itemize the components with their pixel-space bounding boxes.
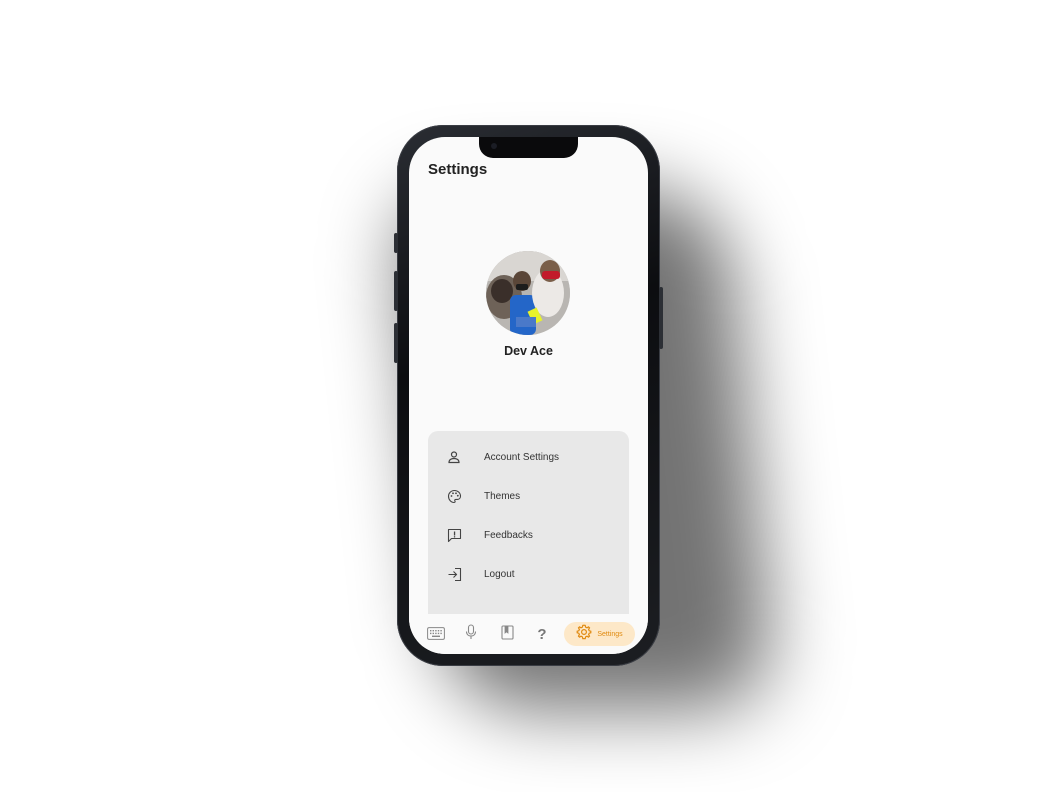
menu-item-feedbacks[interactable]: Feedbacks	[428, 520, 629, 550]
help-icon: ?	[537, 625, 547, 643]
nav-book-button[interactable]	[498, 622, 516, 646]
profile-name: Dev Ace	[504, 344, 553, 358]
menu-item-label: Feedbacks	[484, 529, 533, 541]
feedback-icon	[446, 527, 462, 543]
microphone-icon	[465, 624, 477, 644]
notch	[479, 137, 578, 158]
avatar[interactable]	[486, 251, 570, 335]
menu-item-label: Account Settings	[484, 451, 560, 463]
power-button	[659, 287, 663, 349]
bottom-nav: ? Settings	[409, 614, 648, 654]
book-icon	[500, 624, 514, 644]
gear-icon	[576, 624, 592, 644]
volume-up-button	[394, 271, 398, 311]
settings-menu: Account Settings Themes Feedbacks Logout	[428, 431, 629, 631]
keyboard-icon	[427, 625, 445, 644]
nav-settings-button[interactable]: Settings	[564, 622, 635, 646]
menu-item-themes[interactable]: Themes	[428, 481, 629, 511]
page-title: Settings	[428, 161, 488, 178]
nav-help-button[interactable]: ?	[533, 622, 551, 646]
volume-down-button	[394, 323, 398, 363]
menu-item-label: Logout	[484, 568, 515, 580]
camera-icon	[491, 143, 497, 149]
nav-settings-label: Settings	[597, 630, 623, 638]
menu-item-logout[interactable]: Logout	[428, 559, 629, 589]
palette-icon	[446, 488, 462, 504]
logout-icon	[446, 566, 462, 582]
menu-item-account-settings[interactable]: Account Settings	[428, 442, 629, 472]
menu-item-label: Themes	[484, 490, 521, 502]
ringer-switch	[394, 233, 398, 253]
person-icon	[446, 449, 462, 465]
app-screen: Settings Dev Ace Account Settings Themes…	[409, 137, 648, 654]
nav-keyboard-button[interactable]	[426, 622, 446, 646]
avatar-photo	[486, 251, 570, 335]
stage: Settings Dev Ace Account Settings Themes…	[0, 0, 1056, 792]
phone-frame: Settings Dev Ace Account Settings Themes…	[394, 125, 663, 666]
nav-microphone-button[interactable]	[462, 622, 480, 646]
